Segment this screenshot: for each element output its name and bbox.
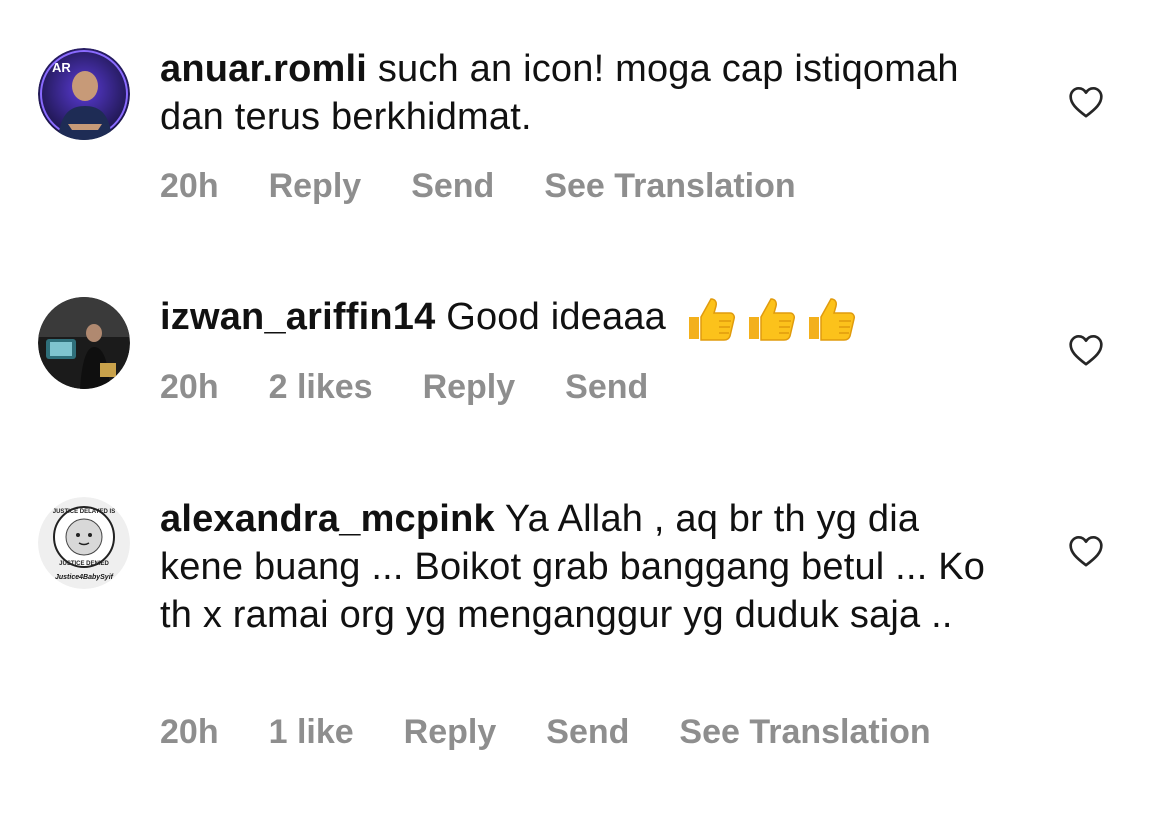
avatar[interactable]: AR (38, 48, 130, 140)
comment-body: alexandra_mcpink Ya Allah , aq br th yg … (160, 495, 990, 639)
avatar-badge-bottom: JUSTICE DENIED (59, 561, 109, 567)
comment-body: izwan_ariffin14 Good ideaaa (160, 293, 990, 345)
heart-outline-icon[interactable] (1066, 330, 1106, 370)
avatar-caption: Justice4BabySyif (55, 574, 114, 581)
comment-text: Good ideaaa (446, 296, 667, 339)
comment-actions: 20h 1 like Reply Send See Translation (160, 713, 931, 752)
heart-outline-icon[interactable] (1066, 82, 1106, 122)
comment-username[interactable]: anuar.romli (160, 48, 367, 90)
avatar-badge-top: JUSTICE DELAYED IS (53, 509, 115, 515)
reply-button[interactable]: Reply (404, 713, 497, 752)
comment-time: 20h (160, 713, 219, 751)
avatar[interactable] (38, 297, 130, 389)
comment-time: 20h (160, 167, 219, 205)
emoji-group (685, 293, 857, 345)
avatar-image (38, 297, 130, 389)
see-translation-button[interactable]: See Translation (679, 713, 930, 752)
send-button[interactable]: Send (411, 167, 494, 206)
thumbs-up-icon (745, 293, 797, 345)
send-button[interactable]: Send (565, 368, 648, 407)
comment-body: anuar.romli such an icon! moga cap istiq… (160, 45, 990, 141)
comment-actions: 20h Reply Send See Translation (160, 167, 796, 206)
avatar[interactable]: JUSTICE DELAYED IS JUSTICE DENIED Justic… (38, 497, 130, 589)
send-button[interactable]: Send (546, 713, 629, 752)
comment-username[interactable]: alexandra_mcpink (160, 498, 495, 540)
comment-actions: 20h 2 likes Reply Send (160, 368, 648, 407)
avatar-initials: AR (52, 60, 71, 75)
avatar-image: JUSTICE DELAYED IS JUSTICE DENIED Justic… (38, 497, 130, 589)
likes-count[interactable]: 1 like (269, 713, 354, 752)
reply-button[interactable]: Reply (423, 368, 516, 407)
see-translation-button[interactable]: See Translation (544, 167, 795, 206)
comment-time: 20h (160, 368, 219, 406)
likes-count[interactable]: 2 likes (269, 368, 373, 407)
comment-username[interactable]: izwan_ariffin14 (160, 296, 435, 338)
avatar-image: AR (38, 48, 130, 140)
thumbs-up-icon (805, 293, 857, 345)
heart-outline-icon[interactable] (1066, 531, 1106, 571)
thumbs-up-icon (685, 293, 737, 345)
reply-button[interactable]: Reply (269, 167, 362, 206)
